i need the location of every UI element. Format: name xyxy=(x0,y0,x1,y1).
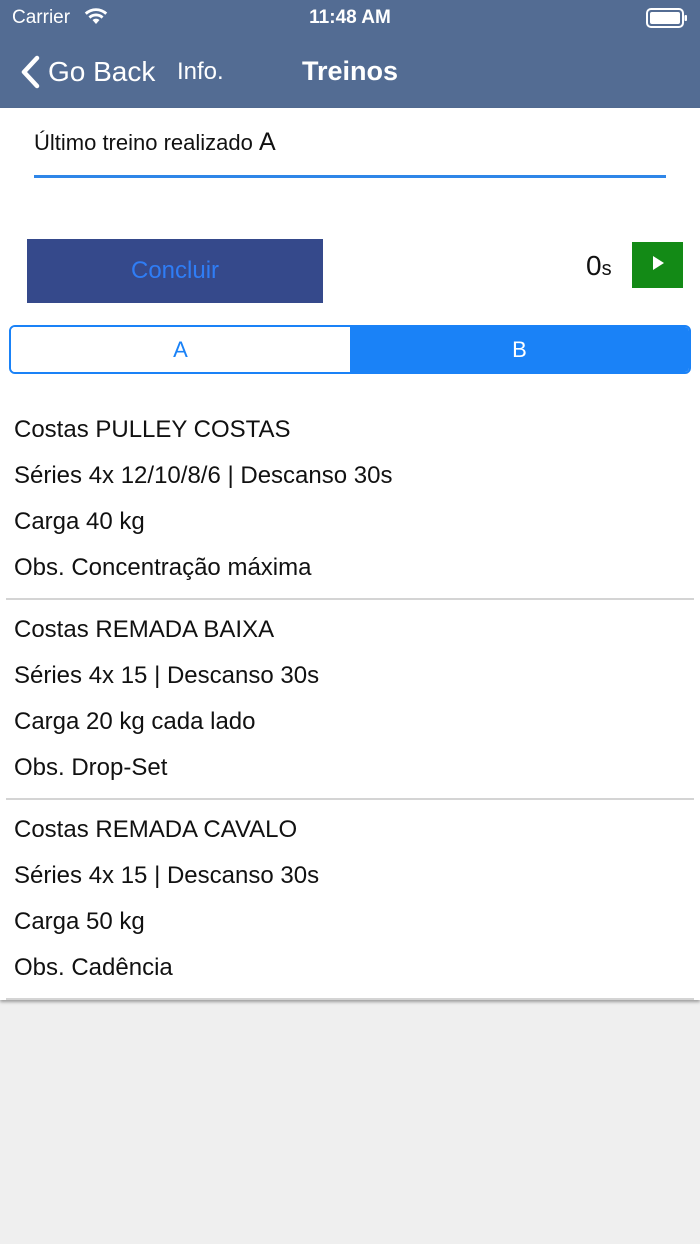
status-time: 11:48 AM xyxy=(309,7,391,28)
exercise-title: Costas REMADA BAIXA xyxy=(14,616,275,643)
segment-a[interactable]: A xyxy=(11,327,350,372)
last-workout-label: Último treino realizado xyxy=(34,130,253,155)
battery-icon xyxy=(646,8,688,34)
exercise-item[interactable]: Costas PULLEY COSTAS Séries 4x 12/10/8/6… xyxy=(0,400,700,600)
field-underline xyxy=(34,175,666,178)
page-title: Treinos xyxy=(301,56,399,86)
exercise-series: Séries 4x 12/10/8/6 | Descanso 30s xyxy=(14,462,393,489)
workout-segmented-control: A B xyxy=(9,325,691,374)
play-icon xyxy=(651,255,665,276)
exercise-obs: Obs. Drop-Set xyxy=(14,754,168,781)
conclude-button[interactable]: Concluir xyxy=(27,239,323,303)
last-workout-field[interactable]: Último treino realizado A xyxy=(34,128,276,157)
exercise-title: Costas REMADA CAVALO xyxy=(14,816,298,843)
exercise-series: Séries 4x 15 | Descanso 30s xyxy=(14,662,320,689)
exercise-list: Costas PULLEY COSTAS Séries 4x 12/10/8/6… xyxy=(0,400,700,1000)
exercise-title: Costas PULLEY COSTAS xyxy=(14,416,291,443)
exercise-obs: Obs. Concentração máxima xyxy=(14,554,312,581)
timer-unit: s xyxy=(601,258,612,280)
exercise-load: Carga 20 kg cada lado xyxy=(14,708,256,735)
exercise-item[interactable]: Costas REMADA CAVALO Séries 4x 15 | Desc… xyxy=(0,800,700,1000)
exercise-load: Carga 40 kg xyxy=(14,508,145,535)
exercise-load: Carga 50 kg xyxy=(14,908,145,935)
exercise-series: Séries 4x 15 | Descanso 30s xyxy=(14,862,320,889)
exercise-item[interactable]: Costas REMADA BAIXA Séries 4x 15 | Desca… xyxy=(0,600,700,800)
status-bar: Carrier 11:48 AM xyxy=(0,0,700,36)
segment-b[interactable]: B xyxy=(350,327,689,372)
navigation-bar: Carrier 11:48 AM Go Back Info. Treinos xyxy=(0,0,700,108)
timer-value: 0 xyxy=(586,250,602,281)
timer-display: 0s xyxy=(586,250,612,282)
divider xyxy=(6,998,694,1000)
exercise-obs: Obs. Cadência xyxy=(14,954,173,981)
play-timer-button[interactable] xyxy=(632,242,683,288)
last-workout-value: A xyxy=(259,128,276,156)
workout-content: Último treino realizado A Concluir 0s A … xyxy=(0,108,700,1000)
